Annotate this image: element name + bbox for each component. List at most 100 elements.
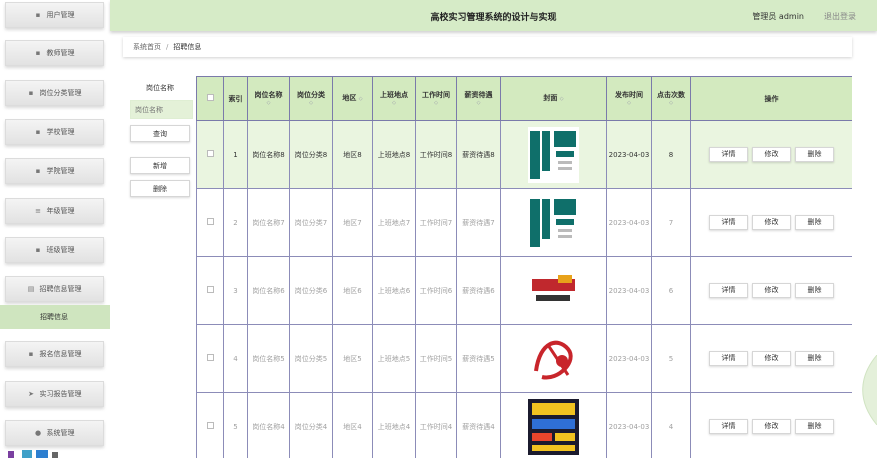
sidebar-item-colleges[interactable]: ▪ 学院管理 <box>5 158 104 184</box>
row-checkbox-cell[interactable] <box>196 324 224 393</box>
sidebar-item-recruitment-management[interactable]: ▤ 招聘信息管理 <box>5 276 104 302</box>
sidebar-item-label: 实习报告管理 <box>39 390 82 398</box>
table-row[interactable]: 3 岗位名称6 岗位分类6 地区6 上班地点6 工作时间6 薪资待遇6 2023… <box>196 256 852 325</box>
edit-button[interactable]: 修改 <box>752 147 791 162</box>
sidebar-item-users[interactable]: ▪ 用户管理 <box>5 2 104 28</box>
delete-button[interactable]: 删除 <box>130 180 190 197</box>
cell-region: 地区5 <box>332 324 373 393</box>
col-region[interactable]: 地区 ◇ <box>332 76 373 121</box>
row-checkbox[interactable] <box>206 285 214 293</box>
cell-salary: 薪资待遇5 <box>456 324 501 393</box>
table-row[interactable]: 1 岗位名称8 岗位分类8 地区8 上班地点8 工作时间8 薪资待遇8 2023… <box>196 120 852 189</box>
row-checkbox-cell[interactable] <box>196 188 224 257</box>
sidebar-item-classes[interactable]: ▪ 班级管理 <box>5 237 104 263</box>
select-all-cell[interactable] <box>196 76 224 121</box>
col-ops: 操作 <box>690 76 852 121</box>
cell-actions: 详情 修改 删除 <box>690 256 852 325</box>
sort-icon[interactable]: ◇ <box>652 100 690 107</box>
decorative-curve <box>862 355 877 425</box>
sort-icon[interactable]: ◇ <box>607 100 651 107</box>
sidebar-item-label: 招聘信息 <box>40 313 68 321</box>
sort-icon[interactable]: ◇ <box>290 100 332 107</box>
edit-button[interactable]: 修改 <box>752 419 791 434</box>
cell-category: 岗位分类8 <box>289 120 333 189</box>
grid-icon: ▪ <box>28 88 34 97</box>
row-checkbox[interactable] <box>206 353 214 361</box>
sidebar-item-registration-management[interactable]: ▪ 报名信息管理 <box>5 341 104 367</box>
col-hours[interactable]: 工作时间 ◇ <box>415 76 457 121</box>
sidebar-item-schools[interactable]: ▪ 学校管理 <box>5 119 104 145</box>
detail-button[interactable]: 详情 <box>709 215 748 230</box>
cell-index: 3 <box>223 256 248 325</box>
logout-link[interactable]: 退出登录 <box>824 11 856 22</box>
col-location[interactable]: 上班地点 ◇ <box>372 76 416 121</box>
breadcrumb-home[interactable]: 系统首页 <box>133 42 161 52</box>
grid-icon: ▪ <box>35 48 41 57</box>
location-icon: ● <box>34 428 42 437</box>
row-checkbox[interactable] <box>206 421 214 429</box>
cell-salary: 薪资待遇6 <box>456 256 501 325</box>
sidebar-item-teachers[interactable]: ▪ 教师管理 <box>5 40 104 66</box>
col-salary[interactable]: 薪资待遇 ◇ <box>456 76 501 121</box>
add-button[interactable]: 新增 <box>130 157 190 174</box>
sidebar-subitem-recruitment-info[interactable]: 招聘信息 <box>0 305 110 329</box>
row-checkbox-cell[interactable] <box>196 392 224 458</box>
sort-icon[interactable]: ◇ <box>560 96 564 102</box>
edit-button[interactable]: 修改 <box>752 215 791 230</box>
cell-location: 上班地点7 <box>372 188 416 257</box>
sidebar-item-internship-reports[interactable]: ➤ 实习报告管理 <box>5 381 104 407</box>
cell-actions: 详情 修改 删除 <box>690 188 852 257</box>
sort-icon[interactable]: ◇ <box>416 100 456 107</box>
sort-icon[interactable]: ◇ <box>248 100 289 107</box>
row-delete-button[interactable]: 删除 <box>795 215 834 230</box>
col-category[interactable]: 岗位分类 ◇ <box>289 76 333 121</box>
table-header-row: 索引 岗位名称 ◇ 岗位分类 ◇ 地区 ◇ 上班地点 ◇ 工作时间 ◇ 薪资待遇 ◇ 封面… <box>196 76 852 121</box>
detail-button[interactable]: 详情 <box>709 351 748 366</box>
edit-button[interactable]: 修改 <box>752 283 791 298</box>
detail-button[interactable]: 详情 <box>709 283 748 298</box>
cell-salary: 薪资待遇7 <box>456 188 501 257</box>
row-delete-button[interactable]: 删除 <box>795 419 834 434</box>
cover-image <box>528 262 579 319</box>
cell-clicks: 4 <box>651 392 691 458</box>
detail-button[interactable]: 详情 <box>709 419 748 434</box>
row-delete-button[interactable]: 删除 <box>795 283 834 298</box>
col-clicks[interactable]: 点击次数 ◇ <box>651 76 691 121</box>
sort-icon[interactable]: ◇ <box>359 96 363 102</box>
cell-location: 上班地点4 <box>372 392 416 458</box>
sidebar-item-grades[interactable]: ≡ 年级管理 <box>5 198 104 224</box>
sort-icon[interactable]: ◇ <box>373 100 415 107</box>
cell-actions: 详情 修改 删除 <box>690 392 852 458</box>
row-delete-button[interactable]: 删除 <box>795 147 834 162</box>
cell-date: 2023-04-03 <box>606 324 652 393</box>
col-name-label: 岗位名称 <box>254 91 283 99</box>
table-row[interactable]: 4 岗位名称5 岗位分类5 地区5 上班地点5 工作时间5 薪资待遇5 2023… <box>196 324 852 393</box>
edit-button[interactable]: 修改 <box>752 351 791 366</box>
query-button[interactable]: 查询 <box>130 125 190 142</box>
col-name[interactable]: 岗位名称 ◇ <box>247 76 290 121</box>
sidebar-item-system[interactable]: ● 系统管理 <box>5 420 104 446</box>
row-checkbox-cell[interactable] <box>196 120 224 189</box>
cell-name: 岗位名称6 <box>247 256 290 325</box>
table-row[interactable]: 2 岗位名称7 岗位分类7 地区7 上班地点7 工作时间7 薪资待遇7 2023… <box>196 188 852 257</box>
cell-salary: 薪资待遇8 <box>456 120 501 189</box>
sidebar-item-job-categories[interactable]: ▪ 岗位分类管理 <box>5 80 104 106</box>
row-checkbox-cell[interactable] <box>196 256 224 325</box>
cell-cover <box>500 256 607 325</box>
table-row[interactable]: 5 岗位名称4 岗位分类4 地区4 上班地点4 工作时间4 薪资待遇4 2023… <box>196 392 852 458</box>
search-input[interactable] <box>130 100 193 119</box>
cell-cover <box>500 392 607 458</box>
cover-image <box>528 398 579 455</box>
select-all-checkbox[interactable] <box>206 93 214 101</box>
detail-button[interactable]: 详情 <box>709 147 748 162</box>
cell-date: 2023-04-03 <box>606 392 652 458</box>
row-checkbox[interactable] <box>206 149 214 157</box>
row-delete-button[interactable]: 删除 <box>795 351 834 366</box>
cell-category: 岗位分类5 <box>289 324 333 393</box>
grid-icon: ▪ <box>35 166 41 175</box>
sort-icon[interactable]: ◇ <box>457 100 500 107</box>
col-cover[interactable]: 封面 ◇ <box>500 76 607 121</box>
row-checkbox[interactable] <box>206 217 214 225</box>
list-icon: ≡ <box>35 206 41 215</box>
col-date[interactable]: 发布时间 ◇ <box>606 76 652 121</box>
